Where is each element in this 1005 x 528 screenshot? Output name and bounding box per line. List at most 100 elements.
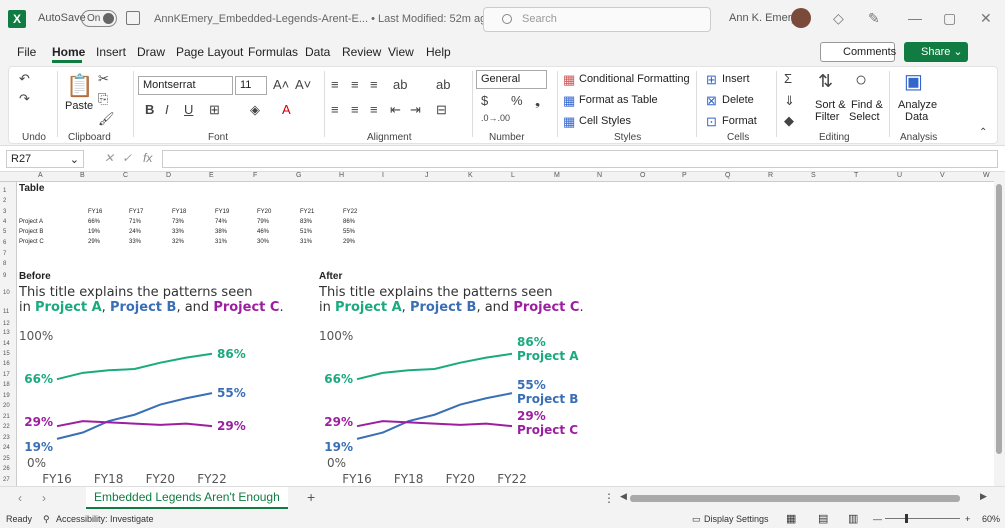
column-header[interactable]: L: [511, 172, 515, 179]
column-header[interactable]: G: [296, 172, 301, 179]
row-header[interactable]: 19: [3, 393, 10, 399]
format-button[interactable]: Format: [722, 115, 757, 127]
column-header[interactable]: P: [682, 172, 687, 179]
scroll-left-icon[interactable]: ◀: [620, 491, 627, 502]
column-header[interactable]: A: [38, 172, 43, 179]
zoom-out-icon[interactable]: —: [873, 514, 882, 524]
undo-icon[interactable]: ↶: [19, 71, 30, 87]
column-header[interactable]: C: [123, 172, 128, 179]
underline-icon[interactable]: U: [184, 102, 193, 117]
column-header[interactable]: U: [897, 172, 902, 179]
row-header[interactable]: 18: [3, 382, 10, 388]
grow-font-icon[interactable]: A˄: [273, 77, 289, 92]
merge-center-icon[interactable]: ⊟: [436, 102, 447, 118]
row-header[interactable]: 14: [3, 341, 10, 347]
column-header[interactable]: W: [983, 172, 990, 179]
display-settings[interactable]: Display Settings: [704, 514, 769, 524]
insert-function-icon[interactable]: fx: [143, 151, 152, 165]
more-options-icon[interactable]: ⋮: [603, 491, 615, 505]
cell-styles-button[interactable]: Cell Styles: [579, 115, 631, 127]
row-header[interactable]: 23: [3, 435, 10, 441]
orientation-icon[interactable]: ab: [393, 77, 407, 92]
zoom-in-icon[interactable]: +: [965, 514, 970, 524]
column-header[interactable]: F: [253, 172, 257, 179]
menu-home[interactable]: Home: [52, 45, 85, 59]
horizontal-scrollbar[interactable]: [630, 495, 960, 502]
sheet-tab[interactable]: Embedded Legends Aren't Enough: [86, 487, 288, 509]
page-break-icon[interactable]: ▥: [848, 512, 858, 525]
currency-icon[interactable]: $: [481, 93, 488, 108]
fill-icon[interactable]: ⇓: [784, 93, 795, 109]
align-left-icon[interactable]: ≡: [331, 102, 339, 117]
conditional-formatting-button[interactable]: Conditional Formatting: [579, 73, 690, 85]
row-header[interactable]: 4: [3, 219, 6, 225]
fill-color-icon[interactable]: ◈: [250, 102, 260, 118]
after-chart[interactable]: 100% 0% FY16 FY18 FY20 FY22 66% 86%Project A 19%…: [317, 326, 617, 486]
decrease-indent-icon[interactable]: ⇤: [390, 102, 401, 118]
comma-icon[interactable]: ❟: [535, 93, 540, 109]
row-header[interactable]: 16: [3, 361, 10, 367]
menu-help[interactable]: Help: [426, 45, 451, 59]
row-header[interactable]: 6: [3, 240, 6, 246]
row-header[interactable]: 7: [3, 251, 6, 257]
document-title[interactable]: AnnKEmery_Embedded-Legends-Arent-E... • …: [154, 12, 505, 25]
row-header[interactable]: 25: [3, 456, 10, 462]
name-box[interactable]: R27 ⌄: [6, 150, 84, 168]
next-sheet-icon[interactable]: ›: [42, 491, 46, 505]
analyze-data-line2[interactable]: Data: [905, 111, 928, 123]
close-icon[interactable]: ✕: [980, 10, 992, 27]
number-format-dropdown[interactable]: General: [476, 70, 547, 89]
row-header[interactable]: 27: [3, 477, 10, 483]
vertical-scrollbar[interactable]: [994, 172, 1005, 486]
menu-draw[interactable]: Draw: [137, 45, 165, 59]
analyze-data-line1[interactable]: Analyze: [898, 99, 937, 111]
format-as-table-button[interactable]: Format as Table: [579, 94, 658, 106]
row-header[interactable]: 22: [3, 424, 10, 430]
column-header[interactable]: I: [382, 172, 384, 179]
percent-icon[interactable]: %: [511, 93, 523, 108]
column-header[interactable]: O: [640, 172, 645, 179]
italic-icon[interactable]: I: [165, 102, 169, 117]
column-header[interactable]: J: [425, 172, 429, 179]
column-header[interactable]: Q: [725, 172, 730, 179]
scroll-thumb[interactable]: [996, 184, 1002, 454]
prev-sheet-icon[interactable]: ‹: [18, 491, 22, 505]
zoom-slider-thumb[interactable]: [905, 514, 908, 523]
paste-icon[interactable]: 📋: [66, 73, 93, 99]
column-header[interactable]: H: [339, 172, 344, 179]
diamond-icon[interactable]: ◇: [833, 10, 844, 27]
normal-view-icon[interactable]: ▦: [786, 512, 796, 525]
column-header[interactable]: S: [811, 172, 816, 179]
format-painter-icon[interactable]: 🖌: [98, 111, 115, 127]
row-header[interactable]: 9: [3, 273, 6, 279]
save-icon[interactable]: [126, 11, 140, 25]
before-chart[interactable]: 100% 0% FY16 FY18 FY20 FY22 66% 86% 19% 55% 29% 29%: [17, 326, 317, 486]
row-header[interactable]: 10: [3, 290, 10, 296]
row-header[interactable]: 24: [3, 445, 10, 451]
row-header[interactable]: 20: [3, 403, 10, 409]
avatar[interactable]: [791, 8, 811, 28]
enter-icon[interactable]: ✓: [122, 151, 132, 165]
row-header[interactable]: 11: [3, 309, 9, 315]
row-header[interactable]: 3: [3, 209, 6, 215]
scroll-right-icon[interactable]: ▶: [980, 491, 987, 502]
row-header[interactable]: 15: [3, 351, 10, 357]
row-header[interactable]: 12: [3, 321, 10, 327]
menu-review[interactable]: Review: [342, 45, 381, 59]
row-header[interactable]: 2: [3, 198, 6, 204]
font-size-dropdown[interactable]: 11: [235, 76, 267, 95]
paste-button[interactable]: Paste: [65, 100, 93, 112]
font-color-icon[interactable]: A: [282, 102, 291, 117]
align-middle-icon[interactable]: ≡: [351, 77, 359, 92]
shrink-font-icon[interactable]: A˅: [295, 77, 311, 92]
autosave-toggle[interactable]: On: [81, 10, 117, 27]
align-bottom-icon[interactable]: ≡: [370, 77, 378, 92]
borders-icon[interactable]: ⊞: [209, 102, 220, 118]
find-select-line2[interactable]: Select: [849, 111, 880, 123]
menu-formulas[interactable]: Formulas: [248, 45, 298, 59]
column-header[interactable]: D: [166, 172, 171, 179]
user-name[interactable]: Ann K. Emery: [729, 12, 797, 24]
autosum-icon[interactable]: Σ: [784, 71, 792, 86]
zoom-level[interactable]: 60%: [982, 514, 1000, 524]
bold-icon[interactable]: B: [145, 102, 154, 117]
